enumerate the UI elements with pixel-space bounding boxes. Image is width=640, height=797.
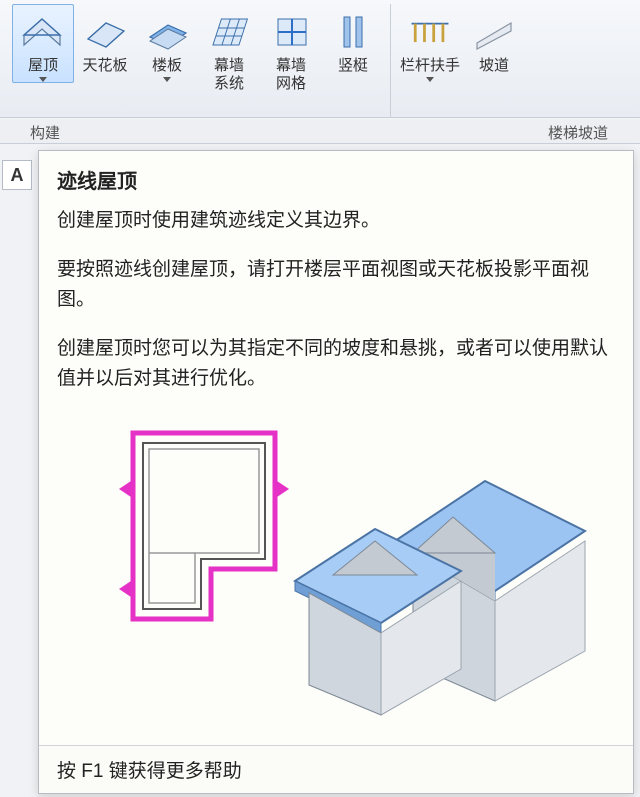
tooltip-paragraph-1: 创建屋顶时使用建筑迹线定义其边界。 (57, 206, 615, 235)
ribbon-toolbar: 屋顶 天花板 楼板 (0, 0, 640, 118)
text-tool-label: A (11, 165, 24, 186)
text-tool-a[interactable]: A (2, 160, 32, 190)
roof-icon (19, 7, 67, 55)
tooltip-paragraph-2: 要按照迹线创建屋顶，请打开楼层平面视图或天花板投影平面视图。 (57, 255, 615, 314)
ribbon-panel-labels: 构建 楼梯坡道 (0, 120, 640, 144)
tooltip-footer-text: 按 F1 键获得更多帮助 (57, 761, 242, 782)
panel-label-circulation: 楼梯坡道 (548, 122, 608, 143)
tooltip-illustration (57, 413, 615, 733)
roof-button[interactable]: 屋顶 (12, 4, 74, 83)
mullion-icon (329, 7, 377, 55)
ribbon-group-build: 屋顶 天花板 楼板 (6, 4, 391, 117)
ceiling-button[interactable]: 天花板 (74, 4, 136, 76)
mullion-label: 竖梃 (338, 57, 368, 75)
ramp-label: 坡道 (479, 57, 509, 75)
chevron-down-icon (163, 77, 171, 82)
plan-footprint-icon (115, 419, 295, 639)
railing-label: 栏杆扶手 (400, 57, 460, 75)
ceiling-label: 天花板 (82, 57, 127, 75)
mullion-button[interactable]: 竖梃 (322, 4, 384, 76)
curtain-grid-button[interactable]: 幕墙 网格 (260, 4, 322, 94)
floor-label: 楼板 (152, 57, 182, 75)
tooltip-footer: 按 F1 键获得更多帮助 (39, 745, 633, 793)
floor-icon (143, 7, 191, 55)
chevron-down-icon (39, 77, 47, 82)
railing-icon (406, 7, 454, 55)
tooltip-title: 迹线屋顶 (57, 165, 615, 194)
house-3d-icon (285, 453, 595, 723)
ramp-button[interactable]: 坡道 (463, 4, 525, 76)
ribbon-group-circulation: 栏杆扶手 坡道 (391, 4, 531, 117)
ceiling-icon (81, 7, 129, 55)
tooltip-paragraph-3: 创建屋顶时您可以为其指定不同的坡度和悬挑，或者可以使用默认值并以后对其进行优化。 (57, 334, 615, 393)
curtain-system-button[interactable]: 幕墙 系统 (198, 4, 260, 94)
curtain-grid-icon (267, 7, 315, 55)
curtain-system-label: 幕墙 系统 (214, 57, 244, 93)
chevron-down-icon (426, 77, 434, 82)
floor-button[interactable]: 楼板 (136, 4, 198, 83)
railing-button[interactable]: 栏杆扶手 (397, 4, 463, 83)
curtain-system-icon (205, 7, 253, 55)
panel-label-build: 构建 (30, 122, 60, 143)
ramp-icon (470, 7, 518, 55)
extended-tooltip: 迹线屋顶 创建屋顶时使用建筑迹线定义其边界。 要按照迹线创建屋顶，请打开楼层平面… (38, 150, 634, 794)
tooltip-body: 迹线屋顶 创建屋顶时使用建筑迹线定义其边界。 要按照迹线创建屋顶，请打开楼层平面… (39, 151, 633, 745)
curtain-grid-label: 幕墙 网格 (276, 57, 306, 93)
roof-label: 屋顶 (28, 57, 58, 75)
